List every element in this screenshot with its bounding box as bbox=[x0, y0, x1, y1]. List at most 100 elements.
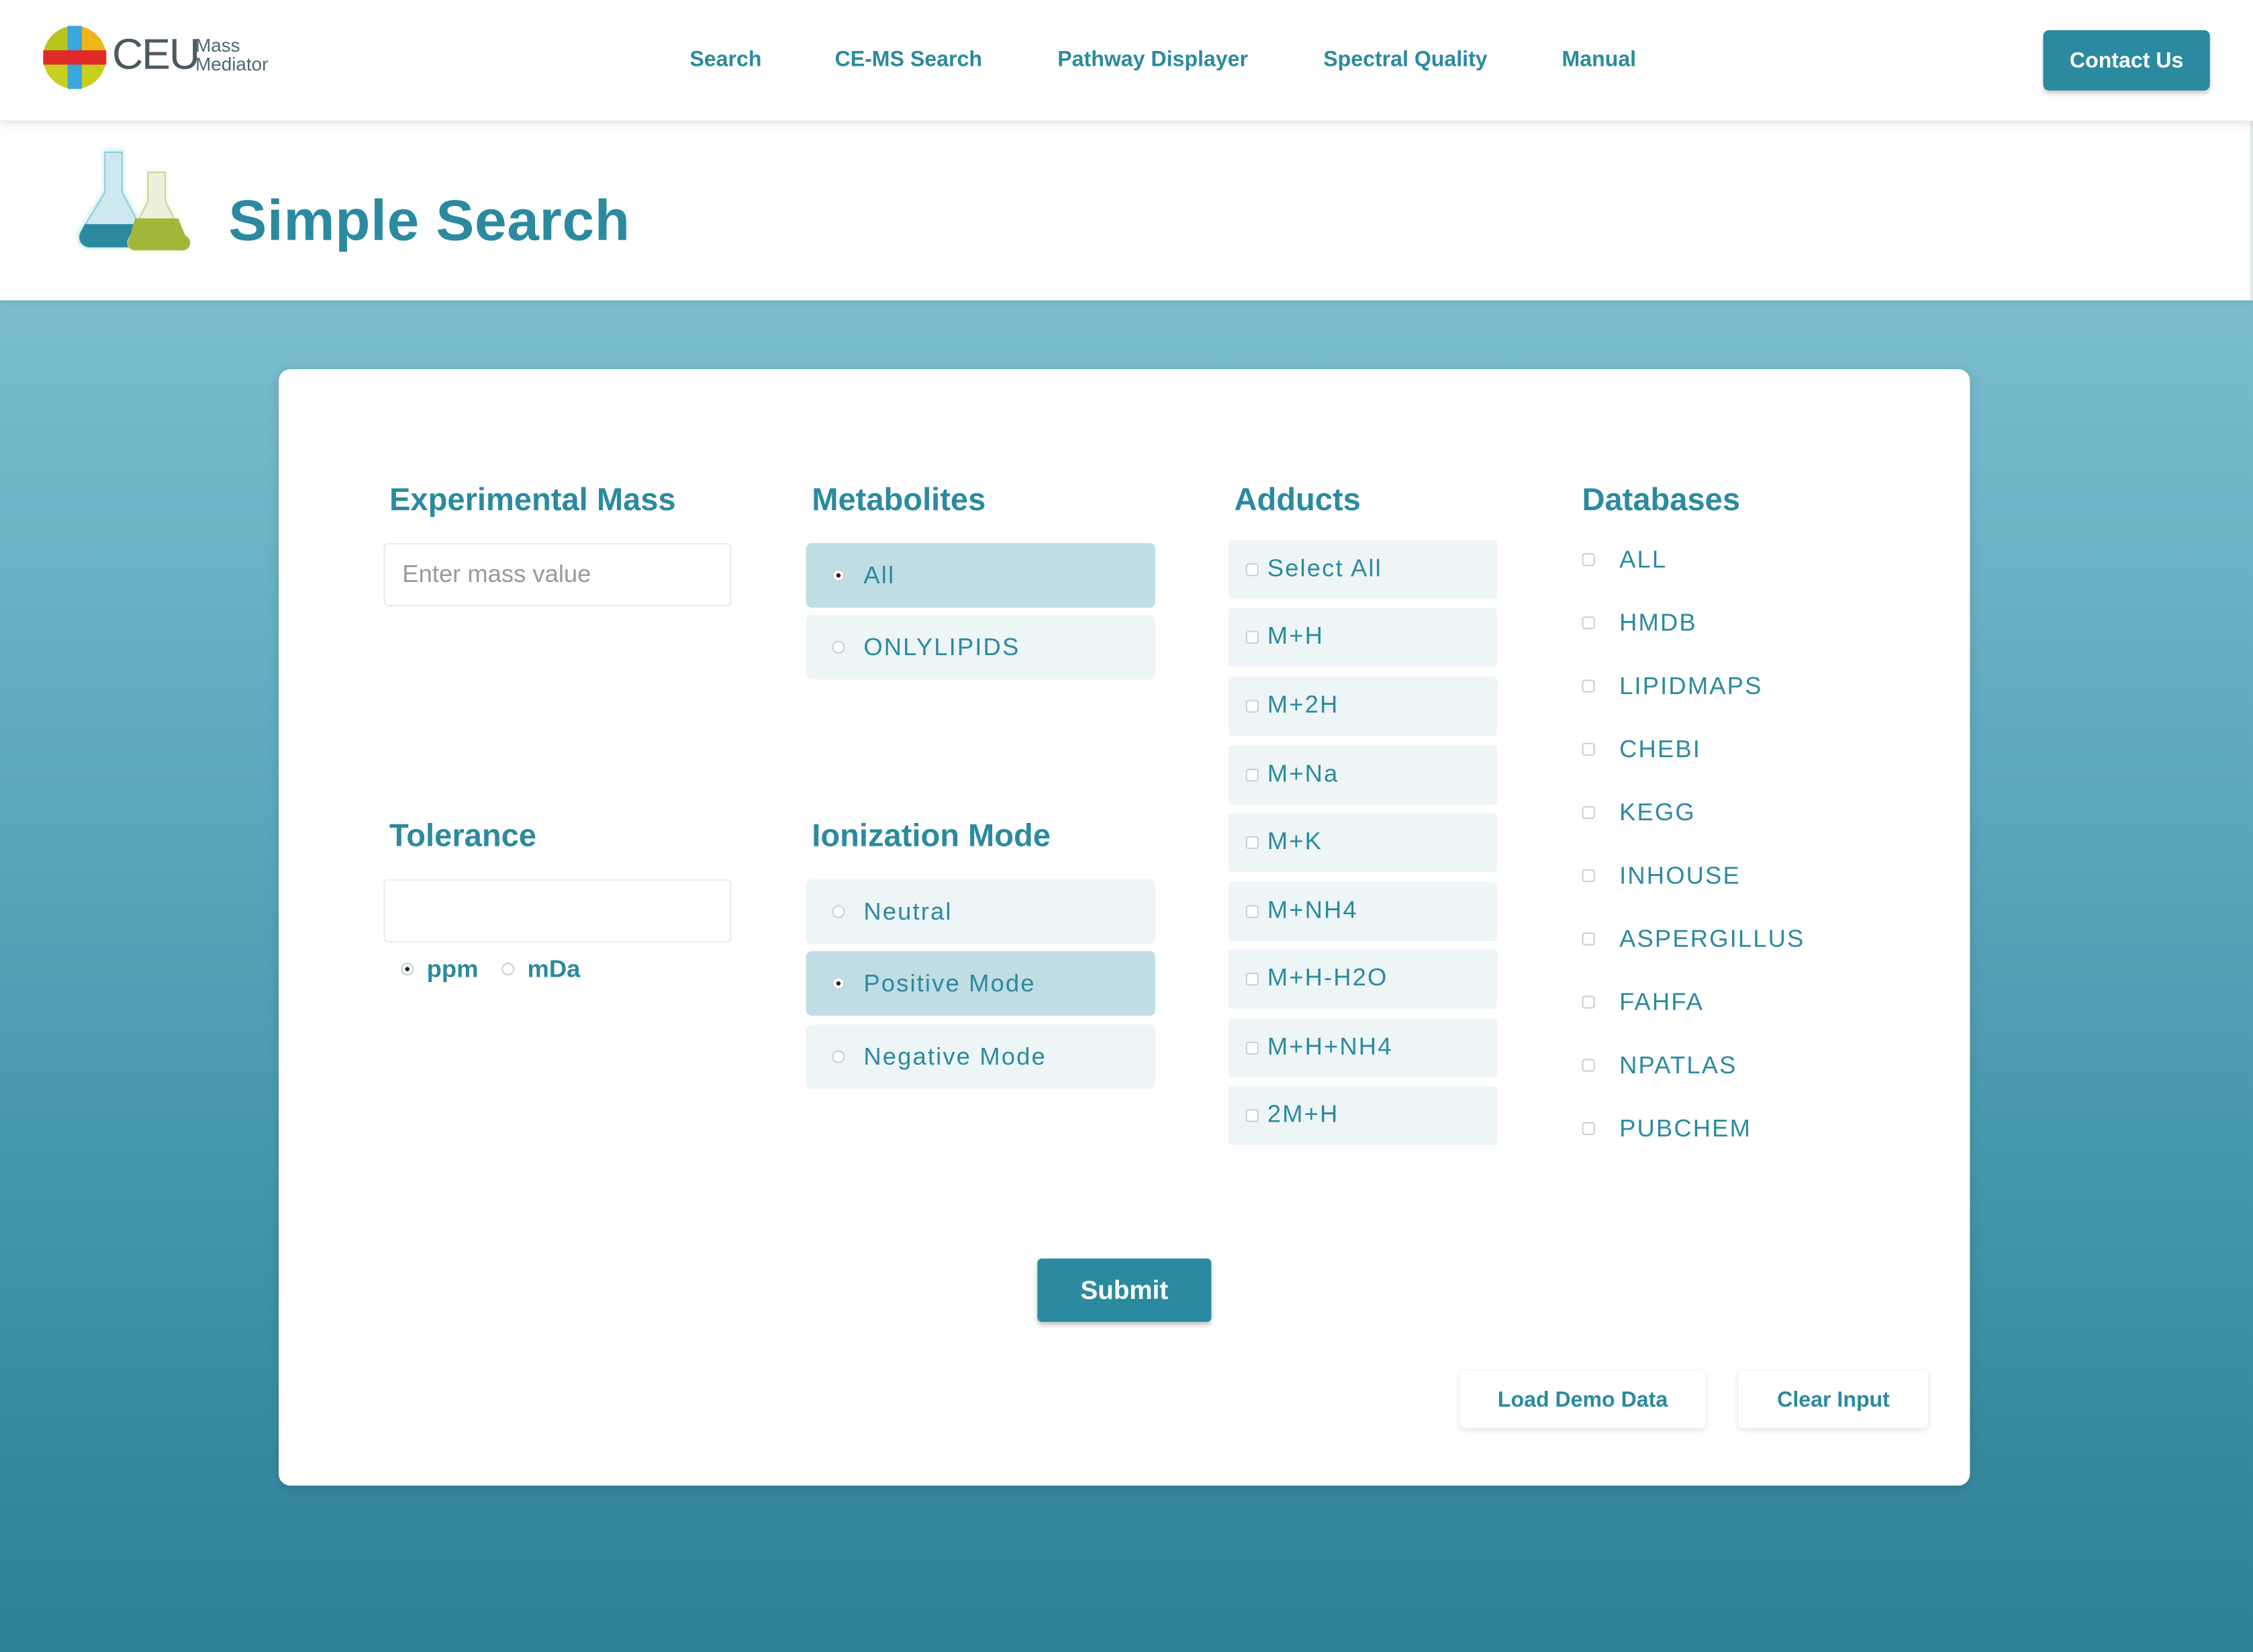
metabolites-option-onlylipids[interactable]: ONLYLIPIDS bbox=[806, 615, 1155, 680]
adduct-m-h[interactable]: M+H bbox=[1228, 608, 1498, 667]
logo-main-text: CEU bbox=[111, 32, 200, 79]
metabolites-onlylipids-label: ONLYLIPIDS bbox=[863, 633, 1020, 661]
adduct-label: 2M+H bbox=[1267, 1100, 1339, 1128]
database-checkbox[interactable] bbox=[1582, 932, 1595, 946]
database-label: HMDB bbox=[1619, 609, 1697, 637]
adduct-m-h-nh4[interactable]: M+H+NH4 bbox=[1228, 1018, 1498, 1078]
neutral-label: Neutral bbox=[863, 897, 953, 926]
database-label: FAHFA bbox=[1619, 988, 1705, 1016]
adduct-select-all-label: Select All bbox=[1267, 554, 1382, 582]
adduct-checkbox[interactable] bbox=[1245, 836, 1259, 849]
adduct-m-2h[interactable]: M+2H bbox=[1228, 677, 1498, 736]
database-pubchem[interactable]: PUBCHEM bbox=[1582, 1114, 1869, 1148]
adduct-checkbox[interactable] bbox=[1245, 699, 1259, 713]
database-label: INHOUSE bbox=[1619, 862, 1741, 889]
adduct-m-k[interactable]: M+K bbox=[1228, 813, 1498, 873]
load-demo-data-button[interactable]: Load Demo Data bbox=[1459, 1370, 1706, 1428]
database-checkbox[interactable] bbox=[1582, 679, 1595, 693]
database-fahfa[interactable]: FAHFA bbox=[1582, 987, 1869, 1021]
metabolites-option-all[interactable]: All bbox=[806, 543, 1155, 608]
adduct-label: M+2H bbox=[1267, 691, 1339, 719]
database-inhouse[interactable]: INHOUSE bbox=[1582, 861, 1869, 895]
nav-ce-ms-search[interactable]: CE-MS Search bbox=[835, 48, 982, 72]
metabolites-onlylipids-radio[interactable] bbox=[832, 640, 845, 654]
adduct-checkbox[interactable] bbox=[1245, 769, 1259, 782]
negative-mode-radio[interactable] bbox=[832, 1050, 845, 1063]
nav-spectral-quality[interactable]: Spectral Quality bbox=[1323, 48, 1487, 72]
nav-pathway-displayer[interactable]: Pathway Displayer bbox=[1057, 48, 1248, 72]
experimental-mass-input[interactable] bbox=[383, 543, 732, 607]
adduct-checkbox[interactable] bbox=[1245, 1041, 1259, 1055]
database-label: PUBCHEM bbox=[1619, 1114, 1752, 1143]
adduct-label: M+H+NH4 bbox=[1267, 1032, 1393, 1061]
ionization-option-negative[interactable]: Negative Mode bbox=[806, 1024, 1155, 1089]
database-aspergillus[interactable]: ASPERGILLUS bbox=[1582, 924, 1869, 958]
adduct-m-nh4[interactable]: M+NH4 bbox=[1228, 882, 1498, 941]
adduct-label: M+K bbox=[1267, 827, 1323, 855]
database-checkbox[interactable] bbox=[1582, 553, 1595, 567]
adduct-label: M+Na bbox=[1267, 760, 1339, 787]
adduct-select-all-checkbox[interactable] bbox=[1245, 563, 1259, 577]
nav-manual[interactable]: Manual bbox=[1562, 48, 1637, 72]
metabolites-title: Metabolites bbox=[812, 481, 986, 518]
ppm-label: ppm bbox=[426, 955, 479, 983]
adduct-checkbox[interactable] bbox=[1245, 905, 1259, 918]
positive-mode-radio[interactable] bbox=[832, 977, 845, 990]
adduct-m-na[interactable]: M+Na bbox=[1228, 745, 1498, 805]
adducts-title: Adducts bbox=[1234, 481, 1361, 518]
logo-emblem-icon bbox=[43, 26, 107, 89]
database-checkbox[interactable] bbox=[1582, 995, 1595, 1009]
database-checkbox[interactable] bbox=[1582, 616, 1595, 630]
ppm-radio[interactable] bbox=[401, 963, 414, 976]
neutral-radio[interactable] bbox=[832, 905, 845, 918]
database-npatlas[interactable]: NPATLAS bbox=[1582, 1051, 1869, 1085]
ceu-mass-mediator-logo[interactable]: CEU Mass Mediator bbox=[43, 26, 295, 92]
database-checkbox[interactable] bbox=[1582, 1059, 1595, 1072]
database-label: ALL bbox=[1619, 546, 1668, 573]
database-label: NPATLAS bbox=[1619, 1051, 1737, 1079]
database-kegg[interactable]: KEGG bbox=[1582, 797, 1869, 832]
database-checkbox[interactable] bbox=[1582, 869, 1595, 883]
negative-mode-label: Negative Mode bbox=[863, 1042, 1047, 1071]
ionization-option-neutral[interactable]: Neutral bbox=[806, 879, 1155, 944]
nav-search[interactable]: Search bbox=[689, 48, 761, 72]
contact-us-button[interactable]: Contact Us bbox=[2043, 30, 2210, 91]
ionization-mode-title: Ionization Mode bbox=[812, 817, 1051, 854]
logo-sub-line-2: Mediator bbox=[195, 53, 269, 75]
database-label: KEGG bbox=[1619, 799, 1696, 826]
database-checkbox[interactable] bbox=[1582, 1122, 1595, 1135]
mda-radio[interactable] bbox=[501, 963, 515, 976]
adduct-checkbox[interactable] bbox=[1245, 630, 1259, 644]
submit-button[interactable]: Submit bbox=[1037, 1258, 1212, 1322]
database-all[interactable]: ALL bbox=[1582, 544, 1869, 579]
adduct-m-h-h2o[interactable]: M+H-H2O bbox=[1228, 949, 1498, 1009]
adduct-checkbox[interactable] bbox=[1245, 972, 1259, 986]
database-chebi[interactable]: CHEBI bbox=[1582, 734, 1869, 769]
top-navbar: CEU Mass Mediator Search CE-MS Search Pa… bbox=[0, 0, 2253, 121]
database-checkbox[interactable] bbox=[1582, 742, 1595, 756]
mda-label: mDa bbox=[527, 955, 581, 983]
adduct-2m-h[interactable]: 2M+H bbox=[1228, 1086, 1498, 1145]
adduct-select-all[interactable]: Select All bbox=[1228, 540, 1498, 599]
page-header: Simple Search bbox=[0, 120, 2253, 301]
adduct-label: M+H-H2O bbox=[1267, 964, 1388, 991]
clear-input-button[interactable]: Clear Input bbox=[1738, 1370, 1929, 1428]
experimental-mass-title: Experimental Mass bbox=[389, 481, 676, 518]
page: CEU Mass Mediator Search CE-MS Search Pa… bbox=[0, 0, 2253, 1652]
databases-title: Databases bbox=[1582, 481, 1741, 518]
tolerance-title: Tolerance bbox=[389, 817, 537, 854]
adduct-label: M+H bbox=[1267, 622, 1325, 650]
database-checkbox[interactable] bbox=[1582, 806, 1595, 819]
metabolites-all-radio[interactable] bbox=[832, 569, 845, 582]
logo-sub-text: Mass Mediator bbox=[195, 36, 268, 74]
database-hmdb[interactable]: HMDB bbox=[1582, 608, 1869, 642]
metabolites-all-label: All bbox=[863, 561, 896, 589]
database-label: LIPIDMAPS bbox=[1619, 672, 1763, 700]
tolerance-input[interactable] bbox=[383, 879, 732, 943]
adduct-label: M+NH4 bbox=[1267, 896, 1358, 924]
search-form-card: Experimental Mass Tolerance ppm mDa Meta… bbox=[279, 369, 1970, 1486]
adduct-checkbox[interactable] bbox=[1245, 1109, 1259, 1122]
ionization-option-positive[interactable]: Positive Mode bbox=[806, 951, 1155, 1016]
database-label: ASPERGILLUS bbox=[1619, 925, 1805, 953]
database-lipidmaps[interactable]: LIPIDMAPS bbox=[1582, 671, 1869, 706]
